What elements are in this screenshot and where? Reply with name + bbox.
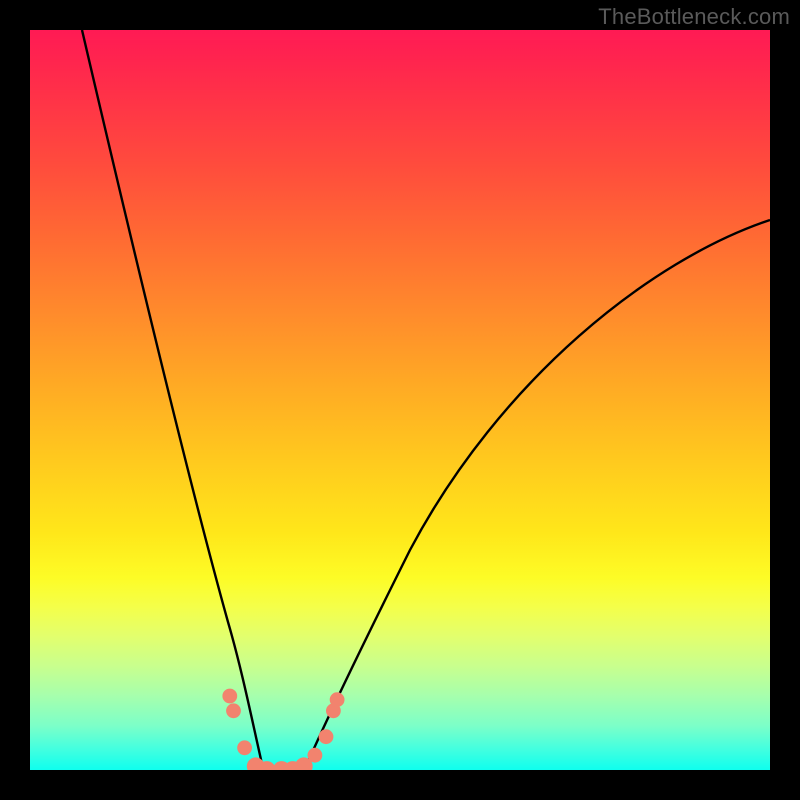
curve-beads <box>222 689 344 770</box>
watermark-text: TheBottleneck.com <box>598 4 790 30</box>
curve-bead <box>237 740 252 755</box>
curve-bead <box>222 689 237 704</box>
curve-bead <box>330 692 345 707</box>
bottleneck-curve <box>30 30 770 770</box>
curve-bead <box>319 729 334 744</box>
curve-path <box>82 30 770 768</box>
curve-bead <box>226 703 241 718</box>
chart-frame: TheBottleneck.com <box>0 0 800 800</box>
chart-plot-area <box>30 30 770 770</box>
curve-bead <box>308 748 323 763</box>
